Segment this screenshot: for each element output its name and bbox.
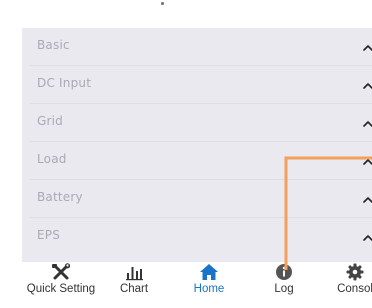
info-icon xyxy=(276,264,292,280)
tools-icon xyxy=(52,263,71,280)
tab-label: Quick Setting xyxy=(26,283,96,295)
accordion-item-grid[interactable]: Grid xyxy=(22,104,372,142)
accordion-item-label: DC Input xyxy=(37,76,92,90)
accordion-item-battery[interactable]: Battery xyxy=(22,180,372,218)
bottom-tab-bar: Quick Setting Chart Home Log Consol xyxy=(0,262,372,308)
accordion-item-dc-input[interactable]: DC Input xyxy=(22,66,372,104)
tab-chart[interactable]: Chart xyxy=(110,262,158,308)
accordion-item-label: Battery xyxy=(37,190,83,204)
card-remnant-mark xyxy=(161,2,164,5)
tab-quick-setting[interactable]: Quick Setting xyxy=(18,262,104,308)
bar-chart-icon xyxy=(126,267,143,281)
tab-label: Chart xyxy=(119,283,149,295)
tab-label: Log xyxy=(274,283,294,295)
chevron-up-icon[interactable] xyxy=(362,194,372,206)
accordion-item-eps[interactable]: EPS xyxy=(22,218,372,256)
chevron-up-icon[interactable] xyxy=(362,232,372,244)
accordion-item-label: Grid xyxy=(37,114,63,128)
tab-console[interactable]: Consol xyxy=(330,262,372,308)
chevron-up-icon[interactable] xyxy=(362,156,372,168)
previous-card xyxy=(29,0,372,28)
accordion-item-label: Basic xyxy=(37,38,70,52)
chevron-up-icon[interactable] xyxy=(362,42,372,54)
gear-icon xyxy=(346,263,364,281)
home-icon xyxy=(200,264,218,280)
accordion-panel: Basic DC Input Grid Load Battery EPS xyxy=(22,28,372,262)
tab-log[interactable]: Log xyxy=(262,262,306,308)
chevron-up-icon[interactable] xyxy=(362,80,372,92)
tab-label: Home xyxy=(193,283,225,295)
accordion-item-label: Load xyxy=(37,152,67,166)
accordion-item-load[interactable]: Load xyxy=(22,142,372,180)
tab-home[interactable]: Home xyxy=(184,262,234,308)
tab-label: Consol xyxy=(337,283,372,295)
app-screen: Basic DC Input Grid Load Battery EPS Qui… xyxy=(0,0,372,308)
chevron-up-icon[interactable] xyxy=(362,118,372,130)
accordion-item-label: EPS xyxy=(37,228,61,242)
accordion-item-basic[interactable]: Basic xyxy=(22,28,372,66)
